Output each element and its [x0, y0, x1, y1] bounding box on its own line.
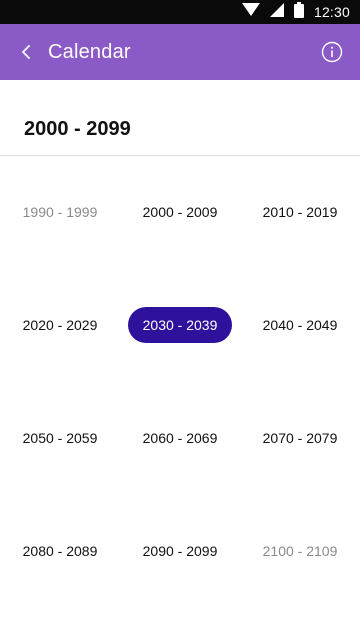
range-header: 2000 - 2099 — [0, 80, 360, 156]
app-bar: Calendar — [0, 24, 360, 80]
century-range-title[interactable]: 2000 - 2099 — [24, 118, 131, 141]
decade-label: 2090 - 2099 — [142, 543, 218, 559]
signal-icon — [269, 2, 284, 22]
decade-cell[interactable]: 2100 - 2109 — [240, 533, 360, 569]
decade-label: 2070 - 2079 — [262, 430, 338, 446]
status-bar: 12:30 — [0, 0, 360, 24]
chevron-left-icon[interactable] — [14, 40, 38, 64]
decade-label: 2020 - 2029 — [22, 317, 98, 333]
info-icon[interactable] — [320, 40, 344, 64]
decade-label: 2080 - 2089 — [22, 543, 98, 559]
decade-label: 2030 - 2039 — [128, 307, 232, 343]
decade-label: 2040 - 2049 — [262, 317, 338, 333]
status-icons: 12:30 — [241, 0, 350, 24]
status-time: 12:30 — [313, 4, 350, 20]
page-title: Calendar — [48, 41, 131, 63]
decade-grid: 1990 - 1999 2000 - 2009 2010 - 2019 2020… — [0, 156, 360, 640]
decade-cell[interactable]: 1990 - 1999 — [0, 194, 120, 230]
decade-cell[interactable]: 2040 - 2049 — [240, 307, 360, 343]
wifi-icon — [241, 2, 260, 22]
decade-label: 2000 - 2009 — [142, 204, 218, 220]
decade-cell[interactable]: 2000 - 2009 — [120, 194, 240, 230]
decade-label: 2060 - 2069 — [142, 430, 218, 446]
decade-cell[interactable]: 2060 - 2069 — [120, 420, 240, 456]
battery-icon — [293, 1, 304, 23]
decade-label: 2050 - 2059 — [22, 430, 98, 446]
decade-cell[interactable]: 2070 - 2079 — [240, 420, 360, 456]
decade-label: 1990 - 1999 — [22, 204, 98, 220]
decade-cell[interactable]: 2020 - 2029 — [0, 307, 120, 343]
decade-label: 2100 - 2109 — [262, 543, 338, 559]
decade-label: 2010 - 2019 — [262, 204, 338, 220]
decade-cell[interactable]: 2090 - 2099 — [120, 533, 240, 569]
decade-cell[interactable]: 2010 - 2019 — [240, 194, 360, 230]
decade-cell[interactable]: 2080 - 2089 — [0, 533, 120, 569]
decade-cell-selected[interactable]: 2030 - 2039 — [120, 307, 240, 343]
decade-cell[interactable]: 2050 - 2059 — [0, 420, 120, 456]
